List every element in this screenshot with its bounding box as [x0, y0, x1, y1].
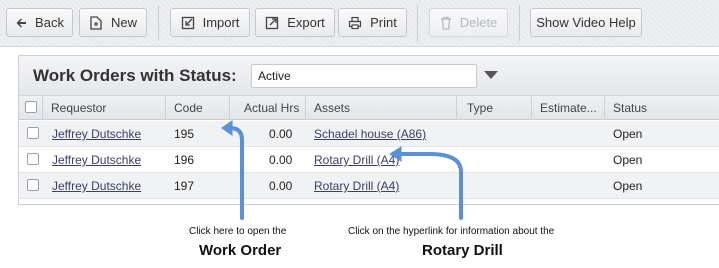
code-cell[interactable]: 195	[174, 121, 194, 147]
print-button[interactable]: Print	[338, 8, 407, 37]
toolbar-separator	[417, 5, 418, 41]
new-document-icon	[89, 15, 103, 30]
row-checkbox[interactable]	[27, 179, 39, 191]
rotary-drill-hint-title: Rotary Drill	[422, 242, 503, 259]
import-icon	[181, 16, 195, 30]
new-label: New	[110, 15, 137, 30]
actual-hrs-cell: 0.00	[269, 153, 293, 167]
panel-header: Work Orders with Status: Active	[19, 56, 719, 96]
column-header-code[interactable]: Code	[166, 96, 230, 120]
panel-title: Work Orders with Status:	[33, 66, 237, 85]
rotary-drill-hint: Click on the hyperlink for information a…	[348, 226, 555, 237]
import-button[interactable]: Import	[170, 8, 250, 37]
chevron-down-icon[interactable]	[484, 71, 498, 79]
column-header-type[interactable]: Type	[457, 96, 532, 120]
actual-hrs-cell: 0.00	[269, 179, 293, 193]
print-label: Print	[370, 15, 397, 30]
requestor-link[interactable]: Jeffrey Dutschke	[52, 173, 141, 199]
work-order-hint-title: Work Order	[199, 242, 282, 259]
table-row[interactable]: Jeffrey Dutschke 195 0.00 Schadel house …	[19, 121, 719, 147]
work-orders-panel: Work Orders with Status: Active Requesto…	[18, 55, 719, 205]
status-cell: Open	[613, 127, 643, 141]
column-header-requestor[interactable]: Requestor	[43, 96, 166, 120]
delete-label: Delete	[459, 15, 498, 30]
select-all-checkbox[interactable]	[25, 101, 37, 113]
status-filter-select[interactable]: Active	[251, 64, 477, 88]
delete-button[interactable]: Delete	[429, 8, 508, 37]
row-checkbox[interactable]	[27, 153, 39, 165]
printer-icon	[348, 16, 362, 30]
actual-hrs-cell: 0.00	[269, 127, 293, 141]
requestor-link[interactable]: Jeffrey Dutschke	[52, 147, 141, 173]
status-cell: Open	[613, 179, 643, 193]
column-header-actual-hrs[interactable]: Actual Hrs	[230, 96, 306, 120]
export-icon	[265, 16, 279, 30]
toolbar-separator	[519, 5, 520, 41]
column-header-assets[interactable]: Assets	[306, 96, 457, 120]
table-row[interactable]: Jeffrey Dutschke 197 0.00 Rotary Drill (…	[19, 173, 719, 199]
back-label: Back	[35, 15, 64, 30]
export-button[interactable]: Export	[255, 8, 335, 37]
toolbar: Back New Import Export Print Delete Show…	[0, 0, 719, 47]
column-header-status[interactable]: Status	[605, 96, 719, 120]
table-header: Requestor Code Actual Hrs Assets Type Es…	[19, 96, 719, 120]
export-label: Export	[287, 15, 325, 30]
new-button[interactable]: New	[79, 8, 147, 37]
row-checkbox[interactable]	[27, 127, 39, 139]
requestor-link[interactable]: Jeffrey Dutschke	[52, 121, 141, 147]
arrow-left-icon	[15, 17, 27, 29]
work-order-hint: Click here to open the	[189, 226, 287, 237]
select-all-column	[19, 96, 43, 120]
code-cell[interactable]: 196	[174, 147, 194, 173]
asset-link[interactable]: Schadel house (A86)	[314, 121, 426, 147]
trash-icon	[440, 16, 452, 30]
import-label: Import	[202, 15, 240, 30]
show-video-help-button[interactable]: Show Video Help	[530, 8, 642, 37]
status-cell: Open	[613, 153, 643, 167]
video-help-label: Show Video Help	[536, 15, 636, 30]
code-cell[interactable]: 197	[174, 173, 194, 199]
toolbar-separator	[158, 5, 159, 41]
column-header-estimate[interactable]: Estimate...	[532, 96, 605, 120]
asset-link[interactable]: Rotary Drill (A4)	[314, 147, 399, 173]
back-button[interactable]: Back	[6, 8, 73, 37]
table-row[interactable]: Jeffrey Dutschke 196 0.00 Rotary Drill (…	[19, 147, 719, 173]
asset-link[interactable]: Rotary Drill (A4)	[314, 173, 399, 199]
